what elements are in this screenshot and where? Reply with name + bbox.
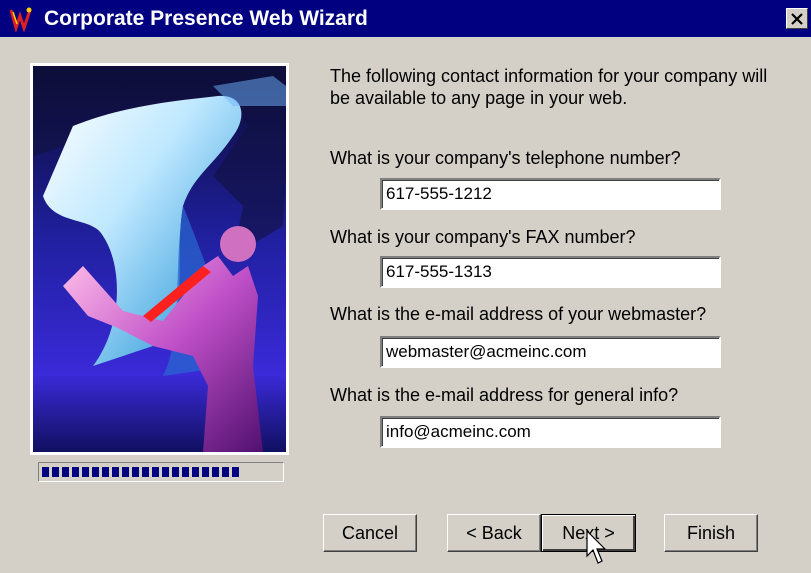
info-email-input[interactable]: [380, 416, 721, 448]
fax-label: What is your company's FAX number?: [330, 227, 636, 247]
progress-block: [92, 467, 99, 477]
window-title: Corporate Presence Web Wizard: [44, 7, 368, 30]
phone-input[interactable]: [380, 178, 721, 210]
webmaster-email-input[interactable]: [380, 336, 721, 368]
progress-block: [42, 467, 49, 477]
wizard-window: Corporate Presence Web Wizard The follow…: [0, 0, 811, 573]
info-label: What is the e-mail address for general i…: [330, 385, 679, 405]
progress-block: [182, 467, 189, 477]
progress-block: [72, 467, 79, 477]
progress-block: [82, 467, 89, 477]
progress-block: [162, 467, 169, 477]
progress-block: [192, 467, 199, 477]
cancel-button[interactable]: Cancel: [323, 514, 417, 552]
progress-block: [222, 467, 229, 477]
progress-block: [62, 467, 69, 477]
wizard-app-icon: [9, 7, 32, 32]
close-button[interactable]: [786, 8, 808, 29]
wizard-illustration-art: [33, 66, 286, 452]
progress-block: [232, 467, 239, 477]
intro-text: The following contact information for yo…: [330, 66, 768, 108]
fax-input[interactable]: [380, 256, 721, 288]
wizard-illustration: [30, 63, 289, 455]
progress-block: [52, 467, 59, 477]
progress-block: [172, 467, 179, 477]
webmaster-label: What is the e-mail address of your webma…: [330, 304, 707, 324]
back-button[interactable]: < Back: [447, 514, 541, 552]
progress-block: [132, 467, 139, 477]
finish-button[interactable]: Finish: [664, 514, 758, 552]
progress-block: [102, 467, 109, 477]
close-icon: [791, 12, 803, 25]
progress-block: [152, 467, 159, 477]
phone-label: What is your company's telephone number?: [330, 148, 681, 168]
progress-block: [212, 467, 219, 477]
progress-block: [202, 467, 209, 477]
mouse-pointer-icon: [586, 530, 607, 564]
progress-block: [142, 467, 149, 477]
progress-block: [122, 467, 129, 477]
progress-block: [112, 467, 119, 477]
progress-bar: [38, 462, 284, 482]
title-bar[interactable]: Corporate Presence Web Wizard: [0, 0, 811, 37]
